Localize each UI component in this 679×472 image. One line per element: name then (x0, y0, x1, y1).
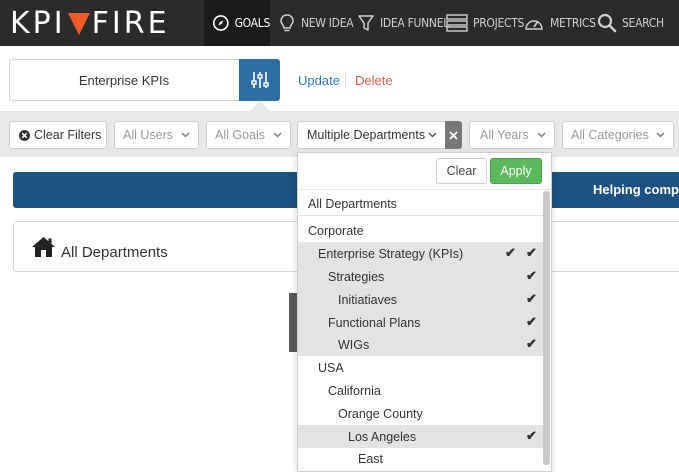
option-label: Los Angeles (348, 429, 417, 444)
dropdown-option[interactable]: Corporate (298, 219, 544, 242)
search-icon (597, 13, 617, 33)
dropdown-option[interactable]: California (298, 379, 544, 402)
nav-new-idea[interactable]: NEW IDEA (278, 0, 354, 46)
check-icon: ✔ (526, 336, 537, 351)
link-divider (345, 71, 346, 89)
chevron-down-icon (537, 132, 546, 138)
chevron-down-icon (181, 132, 190, 138)
nav-metrics[interactable]: METRICS (523, 0, 596, 46)
option-label: Orange County (338, 406, 423, 421)
kpifire-logo[interactable]: KPI FIRE (10, 5, 170, 41)
close-icon (449, 130, 458, 140)
check-icon: ✔ (526, 291, 537, 306)
funnel-icon (358, 15, 374, 31)
option-label: Strategies (328, 269, 385, 284)
nav-idea-funnel[interactable]: IDEA FUNNEL (357, 0, 449, 46)
logo-text-right: FIRE (91, 5, 170, 41)
filter-pointer (250, 101, 270, 111)
dropdown-option[interactable]: Orange County (298, 402, 544, 425)
option-label: Corporate (308, 223, 364, 238)
clear-filters-label: Clear Filters (34, 128, 102, 142)
departments-filter[interactable]: Multiple Departments (297, 121, 446, 149)
department-title: All Departments (61, 244, 168, 261)
clear-filters-button[interactable]: Clear Filters (9, 121, 107, 149)
check-icon: ✔ (526, 428, 537, 443)
goal-select-value: Enterprise KPIs (78, 72, 170, 88)
check-icon: ✔ (505, 245, 516, 260)
option-label: Enterprise Strategy (KPIs) (318, 246, 464, 261)
option-label: East (358, 451, 384, 466)
nav-projects[interactable]: PROJECTS (446, 0, 524, 46)
dropdown-option[interactable]: Los Angeles (298, 425, 544, 448)
dropdown-option[interactable]: Strategies (298, 265, 544, 288)
check-icon: ✔ (526, 245, 537, 260)
chevron-down-icon (428, 132, 437, 138)
chevron-down-icon (656, 132, 665, 138)
option-divider (298, 215, 544, 216)
banner-text: Helping comp (593, 182, 679, 197)
check-icon: ✔ (526, 268, 537, 283)
chevron-down-icon (273, 132, 282, 138)
dropdown-option[interactable]: Functional Plans (298, 311, 544, 334)
option-label: USA (318, 360, 344, 375)
goals-filter-value: All Goals (215, 128, 266, 142)
sliders-icon (250, 72, 269, 88)
delete-link[interactable]: Delete (355, 73, 393, 88)
speedometer-icon (525, 20, 543, 30)
nav-search[interactable]: SEARCH (597, 0, 664, 46)
nav-metrics-label: METRICS (550, 16, 596, 30)
dropdown-option[interactable]: East (298, 447, 544, 470)
users-filter-value: All Users (123, 128, 174, 142)
dropdown-option[interactable]: WIGs (298, 333, 544, 356)
departments-filter-value: Multiple Departments (307, 128, 426, 142)
option-label: WIGs (338, 337, 370, 352)
option-label: Functional Plans (328, 315, 421, 330)
option-label: California (328, 383, 381, 398)
dropdown-apply-button[interactable]: Apply (490, 158, 542, 184)
dropdown-option[interactable]: USA (298, 356, 544, 379)
option-label: Initiatiaves (338, 292, 398, 307)
nav-goals[interactable]: GOALS (204, 0, 270, 46)
projects-icon (446, 14, 468, 32)
years-filter-value: All Years (480, 128, 529, 142)
compass-icon (212, 15, 229, 31)
goal-settings-button[interactable] (239, 59, 280, 101)
categories-filter-value: All Categories (571, 128, 649, 142)
home-icon (32, 237, 55, 257)
dropdown-option[interactable]: All Departments (298, 192, 544, 215)
lightbulb-icon (280, 14, 294, 32)
nav-new-idea-label: NEW IDEA (301, 16, 354, 30)
goal-select[interactable]: Enterprise KPIs (9, 59, 241, 101)
departments-clear-button[interactable] (445, 121, 462, 149)
clear-circle-icon (19, 129, 30, 141)
nav-idea-funnel-label: IDEA FUNNEL (380, 16, 449, 30)
check-icon: ✔ (526, 314, 537, 329)
dropdown-scrollbar[interactable] (543, 191, 550, 465)
logo-text-left: KPI (10, 5, 66, 41)
flame-logo-icon (67, 13, 90, 35)
goals-filter[interactable]: All Goals (206, 121, 291, 149)
years-filter[interactable]: All Years (469, 121, 555, 149)
categories-filter[interactable]: All Categories (562, 121, 674, 149)
dropdown-clear-button[interactable]: Clear (436, 158, 487, 184)
option-label: All Departments (308, 196, 397, 211)
update-link[interactable]: Update (298, 73, 340, 88)
nav-search-label: SEARCH (622, 16, 664, 30)
nav-goals-label: GOALS (234, 16, 271, 30)
users-filter[interactable]: All Users (114, 121, 199, 149)
dropdown-option[interactable]: Initiatiaves (298, 288, 544, 311)
nav-projects-label: PROJECTS (473, 16, 525, 30)
